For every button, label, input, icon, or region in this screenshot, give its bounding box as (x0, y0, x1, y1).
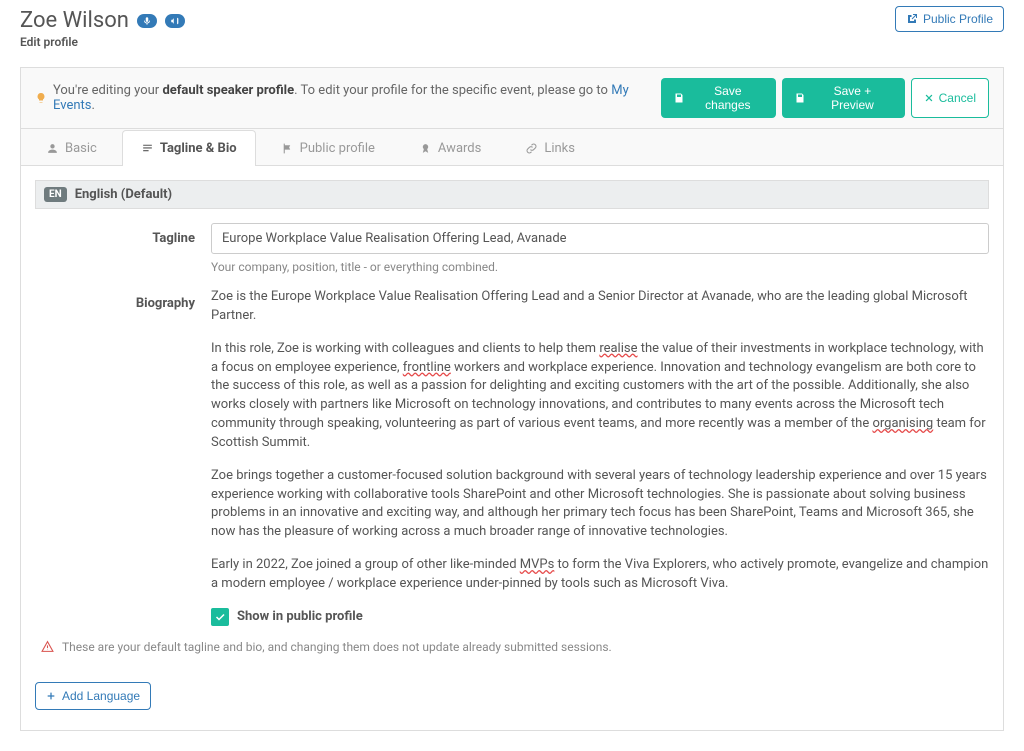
add-language-button[interactable]: Add Language (35, 682, 151, 710)
tab-tagline-bio[interactable]: Tagline & Bio (122, 130, 256, 166)
save-preview-label: Save + Preview (812, 84, 892, 112)
tab-basic[interactable]: Basic (27, 130, 116, 166)
show-in-public-checkbox[interactable] (211, 608, 229, 626)
tab-links-label: Links (544, 141, 575, 156)
save-preview-button[interactable]: Save + Preview (782, 78, 904, 118)
save-label: Save changes (691, 84, 764, 112)
page-title: Zoe Wilson (20, 8, 129, 33)
tagline-help: Your company, position, title - or every… (211, 260, 989, 274)
mic-icon (142, 16, 152, 26)
tagline-input[interactable] (211, 223, 989, 254)
cancel-label: Cancel (939, 91, 976, 105)
public-profile-button[interactable]: Public Profile (895, 6, 1004, 32)
edit-profile-subtitle: Edit profile (20, 35, 185, 49)
external-link-icon (906, 13, 918, 25)
tab-tagline-bio-label: Tagline & Bio (160, 141, 237, 156)
megaphone-icon (170, 16, 180, 26)
bio-p3: Zoe brings together a customer-focused s… (211, 467, 989, 542)
tab-links[interactable]: Links (506, 130, 594, 166)
tab-basic-label: Basic (65, 141, 97, 156)
mic-badge (137, 14, 157, 28)
language-label: English (Default) (75, 187, 172, 202)
tabs-row: Basic Tagline & Bio Public profile Award… (20, 129, 1004, 166)
tip-suffix: . (91, 98, 94, 113)
tip-bar: You're editing your default speaker prof… (20, 67, 1004, 129)
bio-p1: Zoe is the Europe Workplace Value Realis… (211, 289, 968, 323)
bio-p4a: Early in 2022, Zoe joined a group of oth… (211, 557, 520, 572)
tab-body: EN English (Default) Tagline Your compan… (20, 166, 1004, 731)
cancel-button[interactable]: Cancel (911, 78, 989, 118)
biography-field[interactable]: Zoe is the Europe Workplace Value Realis… (211, 288, 989, 608)
warning-icon (41, 640, 54, 653)
tab-public-profile-label: Public profile (300, 141, 375, 156)
spell-mvps: MVPs (520, 557, 555, 572)
spell-frontline: frontline (403, 360, 451, 375)
show-in-public-label: Show in public profile (237, 609, 363, 624)
megaphone-badge (165, 14, 185, 28)
add-language-label: Add Language (62, 689, 140, 703)
plus-icon (46, 691, 56, 701)
flag-icon (281, 142, 294, 155)
award-icon (419, 142, 432, 155)
language-code-chip: EN (44, 187, 67, 202)
lightbulb-icon (35, 91, 47, 105)
public-profile-label: Public Profile (923, 12, 993, 26)
biography-label: Biography (35, 288, 195, 311)
warning-text: These are your default tagline and bio, … (62, 640, 612, 654)
user-icon (46, 142, 59, 155)
save-icon (673, 92, 685, 104)
check-icon (214, 611, 226, 623)
link-icon (525, 142, 538, 155)
tip-bold: default speaker profile (162, 83, 294, 98)
language-header[interactable]: EN English (Default) (35, 180, 989, 209)
tab-public-profile[interactable]: Public profile (262, 130, 394, 166)
tagline-label: Tagline (35, 223, 195, 246)
save-button[interactable]: Save changes (661, 78, 776, 118)
tab-awards[interactable]: Awards (400, 130, 500, 166)
spell-organising: organising (872, 416, 933, 431)
tip-middle: . To edit your profile for the specific … (294, 83, 608, 98)
save-icon (794, 92, 806, 104)
lines-icon (141, 142, 154, 155)
spell-realise: realise (599, 341, 637, 356)
tab-awards-label: Awards (438, 141, 481, 156)
bio-p2a: In this role, Zoe is working with collea… (211, 341, 599, 356)
tip-prefix: You're editing your (53, 83, 159, 98)
close-icon (924, 93, 934, 103)
